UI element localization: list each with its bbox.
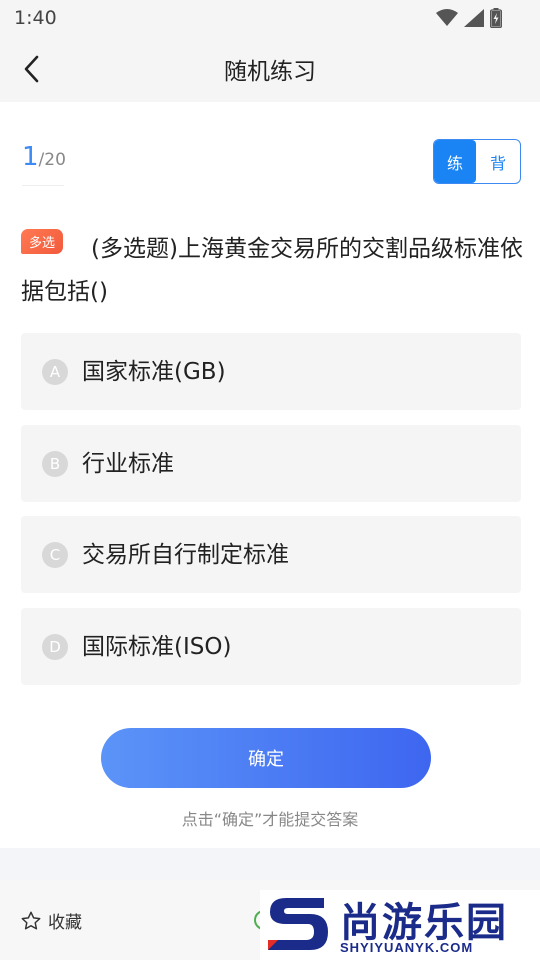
mode-toggle: 练 背	[433, 139, 521, 184]
question-text: (多选题)上海黄金交易所的交割品级标准依据包括()	[21, 236, 523, 305]
option-letter: A	[42, 359, 68, 385]
back-button[interactable]	[18, 54, 48, 84]
question-type-badge: 多选	[21, 229, 63, 254]
page-title: 随机练习	[224, 59, 316, 85]
submit-hint: 点击“确定”才能提交答案	[181, 810, 359, 829]
option-c[interactable]: C 交易所自行制定标准	[21, 516, 521, 593]
option-d[interactable]: D 国际标准(ISO)	[21, 608, 521, 685]
watermark-logo-icon	[268, 898, 328, 950]
status-bar: 1:40	[0, 0, 540, 36]
option-text: 行业标准	[82, 451, 174, 477]
status-icons	[436, 8, 502, 28]
option-text: 国际标准(ISO)	[82, 634, 232, 660]
confirm-button[interactable]: 确定	[101, 728, 431, 788]
mode-practice-button[interactable]: 练	[434, 140, 476, 183]
option-b[interactable]: B 行业标准	[21, 425, 521, 502]
favorite-label: 收藏	[48, 913, 82, 933]
progress-current: 1	[22, 142, 39, 172]
status-time: 1:40	[14, 7, 57, 29]
option-a[interactable]: A 国家标准(GB)	[21, 333, 521, 410]
option-text: 国家标准(GB)	[82, 359, 226, 385]
option-letter: C	[42, 542, 68, 568]
mode-recite-button[interactable]: 背	[476, 140, 520, 183]
question-progress: 1/20	[22, 142, 66, 172]
option-text: 交易所自行制定标准	[82, 542, 289, 568]
battery-icon	[490, 8, 502, 28]
nav-bar: 随机练习	[0, 36, 540, 102]
progress-underline	[22, 185, 64, 186]
progress-total: /20	[38, 150, 66, 170]
watermark: 尚游乐园 SHYIYUANYK.COM	[260, 890, 540, 960]
favorite-button[interactable]: 收藏	[20, 908, 82, 933]
section-divider	[0, 848, 540, 880]
option-letter: D	[42, 634, 68, 660]
watermark-text-en: SHYIYUANYK.COM	[340, 940, 474, 955]
wifi-icon	[436, 9, 458, 26]
star-outline-icon	[21, 911, 41, 930]
option-letter: B	[42, 451, 68, 477]
chevron-left-icon	[24, 55, 39, 83]
signal-icon	[464, 9, 484, 27]
